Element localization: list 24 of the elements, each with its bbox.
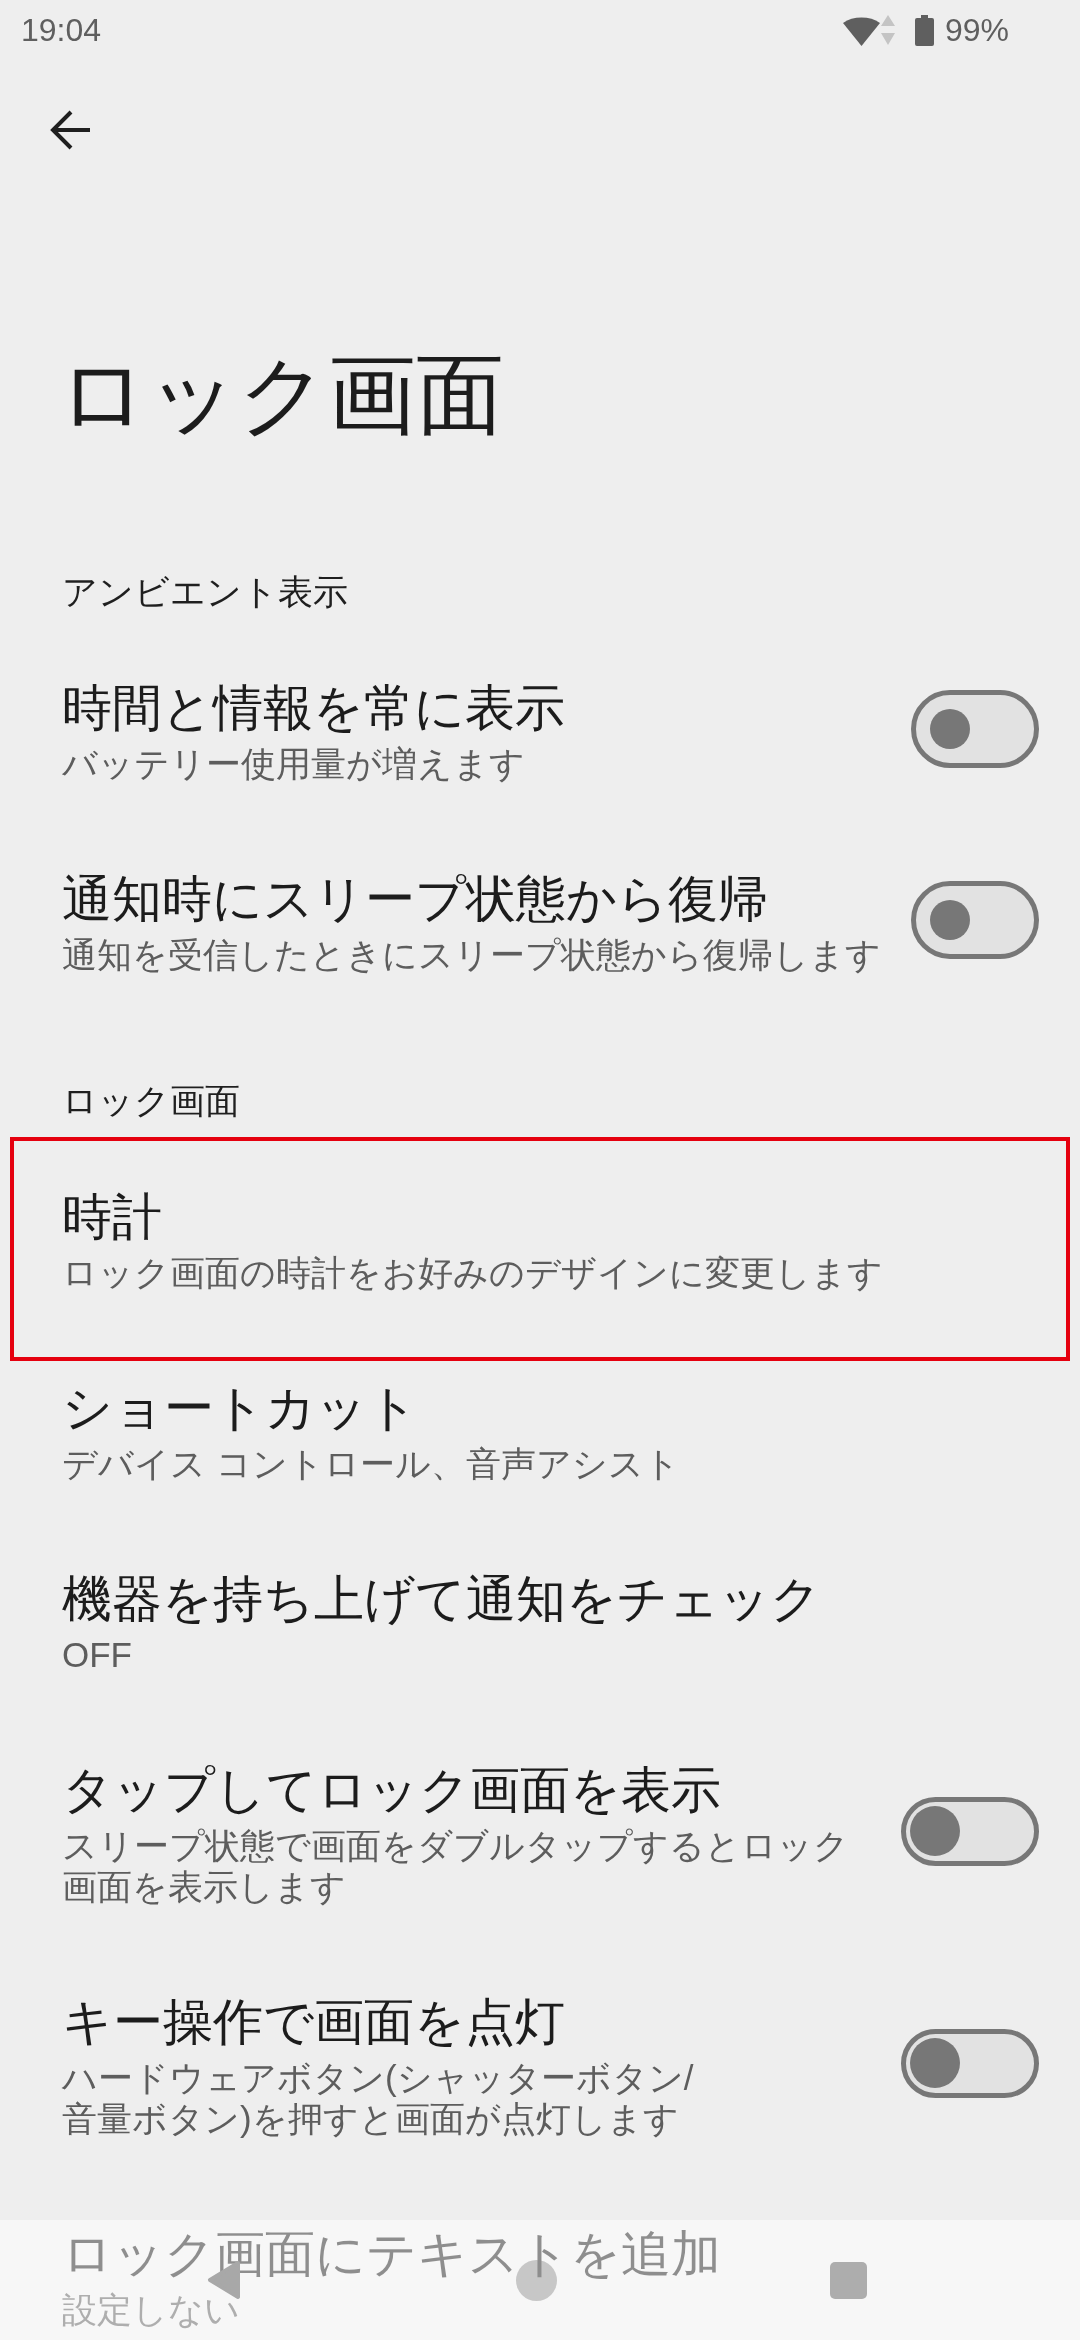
setting-summary: デバイス コントロール、音声アシスト xyxy=(62,1443,680,1484)
setting-title[interactable]: タップしてロック画面を表示 xyxy=(62,1755,721,1825)
section-header: アンビエント表示 xyxy=(62,571,348,613)
setting-title[interactable]: 機器を持ち上げて通知をチェック xyxy=(62,1564,821,1634)
setting-summary: バッテリー使用量が増えます xyxy=(62,743,525,784)
setting-summary: スリープ状態で画面をダブルタップするとロック画面を表示します xyxy=(62,1825,850,1907)
setting-summary: ロック画面の時計をお好みのデザインに変更します xyxy=(62,1252,883,1293)
setting-title[interactable]: 通知時にスリープ状態から復帰 xyxy=(62,864,768,934)
setting-title[interactable]: 時計 xyxy=(62,1182,162,1252)
battery-percent: 99% xyxy=(944,11,1009,50)
setting-title[interactable]: キー操作で画面を点灯 xyxy=(62,1987,565,2057)
section-header: ロック画面 xyxy=(62,1080,240,1122)
back-icon[interactable] xyxy=(50,110,90,150)
setting-summary: OFF xyxy=(62,1634,132,1675)
battery-icon xyxy=(914,14,934,46)
setting-summary: 設定しない xyxy=(62,2289,240,2330)
data-arrows-icon xyxy=(880,15,895,45)
page-title: ロック画面 xyxy=(58,345,504,445)
setting-title[interactable]: 時間と情報を常に表示 xyxy=(62,673,565,743)
nav-recents-icon[interactable] xyxy=(829,2261,867,2299)
setting-summary: 通知を受信したときにスリープ状態から復帰します xyxy=(62,934,881,975)
setting-summary: ハードウェアボタン(シャッターボタン/ 音量ボタン)を押すと画面が点灯します xyxy=(62,2057,694,2139)
setting-title[interactable]: ショートカット xyxy=(62,1373,418,1443)
status-time: 19:04 xyxy=(21,11,102,50)
